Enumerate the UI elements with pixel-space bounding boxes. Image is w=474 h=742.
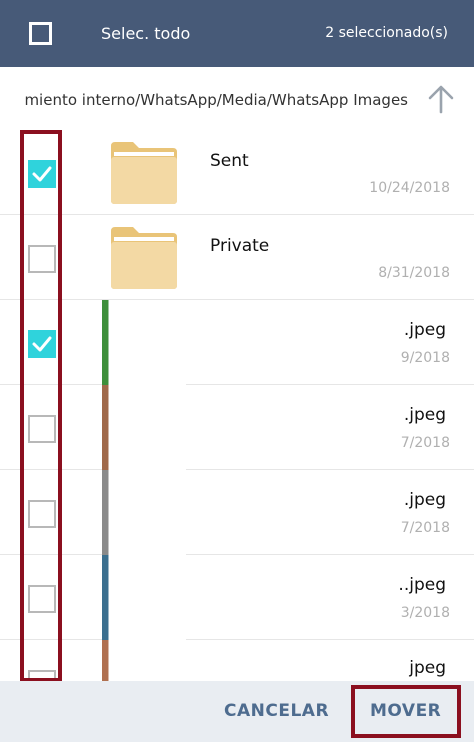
item-date: 7/2018: [400, 435, 450, 451]
cancel-button[interactable]: CANCELAR: [224, 701, 329, 721]
list-item-image[interactable]: .jpeg 9/2018: [0, 300, 474, 385]
file-list: Sent 10/24/2018 Private 8/31/2018 .jpeg …: [0, 130, 474, 682]
checkbox-column-highlight: [20, 130, 62, 682]
image-thumbnail: [102, 470, 186, 555]
list-item-image[interactable]: .jpeg 7/2018: [0, 470, 474, 555]
list-item-image[interactable]: .jpeg 7/2018: [0, 385, 474, 470]
list-item-private[interactable]: Private 8/31/2018: [0, 215, 474, 300]
item-date: 8/31/2018: [378, 265, 450, 281]
image-thumbnail: [102, 385, 186, 470]
item-date: 3/2018: [400, 605, 450, 621]
up-arrow-icon[interactable]: [424, 84, 458, 114]
selected-count: 2 seleccionado(s): [325, 25, 448, 41]
image-thumbnail: [102, 300, 186, 385]
folder-icon: [111, 227, 177, 289]
image-thumbnail: [102, 640, 186, 682]
item-extension: jpeg: [409, 658, 446, 678]
list-item-sent[interactable]: Sent 10/24/2018: [0, 130, 474, 215]
folder-icon: [111, 142, 177, 204]
item-date: 9/2018: [400, 350, 450, 366]
item-name: Sent: [210, 151, 249, 171]
item-extension: .jpeg: [403, 405, 446, 425]
item-extension: .jpeg: [403, 490, 446, 510]
move-button[interactable]: MOVER: [370, 701, 441, 721]
image-thumbnail: [102, 555, 186, 640]
list-item-image[interactable]: ..jpeg 3/2018: [0, 555, 474, 640]
item-date: 10/24/2018: [369, 180, 450, 196]
list-item-image[interactable]: jpeg: [0, 640, 474, 682]
item-extension: .jpeg: [403, 320, 446, 340]
select-all-checkbox[interactable]: [29, 22, 52, 45]
item-extension: ..jpeg: [398, 575, 446, 595]
current-path: miento interno/WhatsApp/Media/WhatsApp I…: [24, 91, 408, 109]
item-name: Private: [210, 236, 270, 256]
path-bar: miento interno/WhatsApp/Media/WhatsApp I…: [0, 67, 474, 129]
select-all-label[interactable]: Selec. todo: [101, 24, 190, 43]
item-date: 7/2018: [400, 520, 450, 536]
